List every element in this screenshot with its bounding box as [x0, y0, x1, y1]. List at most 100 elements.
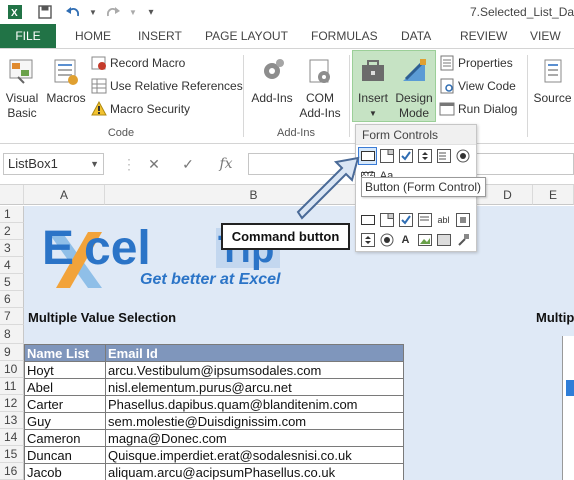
email-cell[interactable]: arcu.Vestibulum@ipsumsodales.com [105, 361, 404, 379]
activex-scroll-bar-icon[interactable] [453, 211, 472, 229]
name-cell[interactable]: Abel [24, 378, 106, 396]
row-header[interactable]: 8 [0, 325, 24, 344]
undo-icon[interactable] [64, 3, 82, 21]
tab-insert[interactable]: INSERT [138, 24, 182, 48]
design-mode-button[interactable]: Design Mode [393, 51, 435, 121]
row-header[interactable]: 1 [0, 206, 24, 223]
row-header[interactable]: 5 [0, 274, 24, 291]
visual-basic-label: Visual Basic [5, 91, 39, 120]
activex-row-2: A [358, 231, 472, 249]
tab-formulas[interactable]: FORMULAS [311, 24, 378, 48]
save-icon[interactable] [36, 3, 54, 21]
row-header[interactable]: 6 [0, 291, 24, 308]
annotation-arrow-icon [296, 156, 360, 220]
ribbon-tabs: FILE HOME INSERT PAGE LAYOUT FORMULAS DA… [0, 24, 574, 48]
listbox-control[interactable] [562, 336, 574, 480]
checkbox-icon[interactable] [396, 147, 415, 165]
tab-view[interactable]: VIEW [530, 24, 561, 48]
visual-basic-button[interactable]: Visual Basic [2, 51, 42, 121]
excel-app-icon: X [6, 3, 24, 21]
column-header-d[interactable]: D [483, 185, 533, 205]
row-header[interactable]: 2 [0, 223, 24, 240]
activex-label-icon[interactable]: A [396, 231, 415, 249]
activex-option-button-icon[interactable] [377, 231, 396, 249]
table-row: Carter Phasellus.dapibus.quam@blanditenim… [24, 395, 404, 413]
com-add-ins-button[interactable]: COM Add-Ins [298, 51, 342, 121]
name-cell[interactable]: Carter [24, 395, 106, 413]
tab-page-layout[interactable]: PAGE LAYOUT [205, 24, 288, 48]
row-header[interactable]: 13 [0, 412, 24, 429]
source-button[interactable]: Source [531, 51, 574, 106]
row-header[interactable]: 10 [0, 361, 24, 378]
row-header[interactable]: 9 [0, 344, 24, 361]
name-box[interactable]: ListBox1 ▼ [3, 153, 104, 175]
redo-icon[interactable] [104, 3, 122, 21]
insert-function-icon[interactable]: fx [215, 154, 237, 174]
tab-home[interactable]: HOME [75, 24, 111, 48]
column-header-a[interactable]: A [24, 185, 105, 205]
email-cell[interactable]: magna@Donec.com [105, 429, 404, 447]
column-header-email-id[interactable]: Email Id [105, 344, 404, 362]
row-header[interactable]: 11 [0, 378, 24, 395]
name-cell[interactable]: Jacob [24, 463, 106, 480]
email-cell[interactable]: aliquam.arcu@acipsumPhasellus.co.uk [105, 463, 404, 480]
tab-data[interactable]: DATA [401, 24, 431, 48]
activex-checkbox-icon[interactable] [396, 211, 415, 229]
row-header[interactable]: 7 [0, 308, 24, 325]
record-macro-button[interactable]: Record Macro [91, 52, 185, 74]
section-heading: Multiple Value Selection [28, 310, 177, 325]
email-cell[interactable]: Phasellus.dapibus.quam@blanditenim.com [105, 395, 404, 413]
name-cell[interactable]: Duncan [24, 446, 106, 464]
activex-text-box-icon[interactable]: abl [434, 211, 453, 229]
cancel-entry-icon[interactable]: ✕ [143, 154, 165, 174]
macros-icon [52, 57, 80, 87]
relative-references-button[interactable]: Use Relative References [91, 75, 243, 97]
row-header[interactable]: 14 [0, 429, 24, 446]
view-code-label: View Code [458, 79, 516, 93]
combo-box-icon[interactable] [377, 147, 396, 165]
column-header-e[interactable]: E [533, 185, 574, 205]
run-dialog-button[interactable]: Run Dialog [439, 98, 517, 120]
redo-dropdown-icon[interactable]: ▼ [124, 3, 142, 21]
activex-list-box-icon[interactable] [415, 211, 434, 229]
activex-spin-button-icon[interactable] [358, 231, 377, 249]
spin-button-icon[interactable] [415, 147, 434, 165]
undo-dropdown-icon[interactable]: ▼ [84, 3, 102, 21]
macros-button[interactable]: Macros [44, 51, 88, 106]
email-cell[interactable]: nisl.elementum.purus@arcu.net [105, 378, 404, 396]
customize-qat-icon[interactable]: ▾ [142, 3, 160, 21]
macro-security-button[interactable]: Macro Security [91, 98, 190, 120]
name-box-value: ListBox1 [8, 156, 58, 171]
group-separator [349, 55, 350, 137]
email-cell[interactable]: sem.molestie@Duisdignissim.com [105, 412, 404, 430]
activex-image-icon[interactable] [415, 231, 434, 249]
add-ins-button[interactable]: Add-Ins [248, 51, 296, 106]
row-header[interactable]: 12 [0, 395, 24, 412]
row-header[interactable]: 15 [0, 446, 24, 463]
record-macro-icon [91, 55, 107, 71]
tab-review[interactable]: REVIEW [460, 24, 507, 48]
email-cell[interactable]: Quisque.imperdiet.erat@sodalesnisi.co.uk [105, 446, 404, 464]
column-header-name-list[interactable]: Name List [24, 344, 106, 362]
select-all-corner[interactable] [0, 185, 24, 205]
properties-button[interactable]: Properties [439, 52, 513, 74]
activex-combo-box-icon[interactable] [377, 211, 396, 229]
listbox-selected-item[interactable] [566, 380, 574, 396]
insert-controls-button[interactable]: Insert ▼ [354, 51, 392, 121]
tab-file[interactable]: FILE [0, 24, 56, 48]
option-button-icon[interactable] [453, 147, 472, 165]
svg-text:cel: cel [84, 222, 151, 275]
chevron-down-icon[interactable]: ▼ [90, 154, 99, 174]
confirm-entry-icon[interactable]: ✓ [177, 154, 199, 174]
view-code-button[interactable]: View Code [439, 75, 516, 97]
row-header[interactable]: 16 [0, 463, 24, 480]
row-header[interactable]: 3 [0, 240, 24, 257]
row-header[interactable]: 4 [0, 257, 24, 274]
name-cell[interactable]: Hoyt [24, 361, 106, 379]
activex-toggle-button-icon[interactable] [434, 231, 453, 249]
properties-label: Properties [458, 56, 513, 70]
name-cell[interactable]: Guy [24, 412, 106, 430]
list-box-icon[interactable] [434, 147, 453, 165]
more-controls-icon[interactable] [453, 231, 472, 249]
name-cell[interactable]: Cameron [24, 429, 106, 447]
